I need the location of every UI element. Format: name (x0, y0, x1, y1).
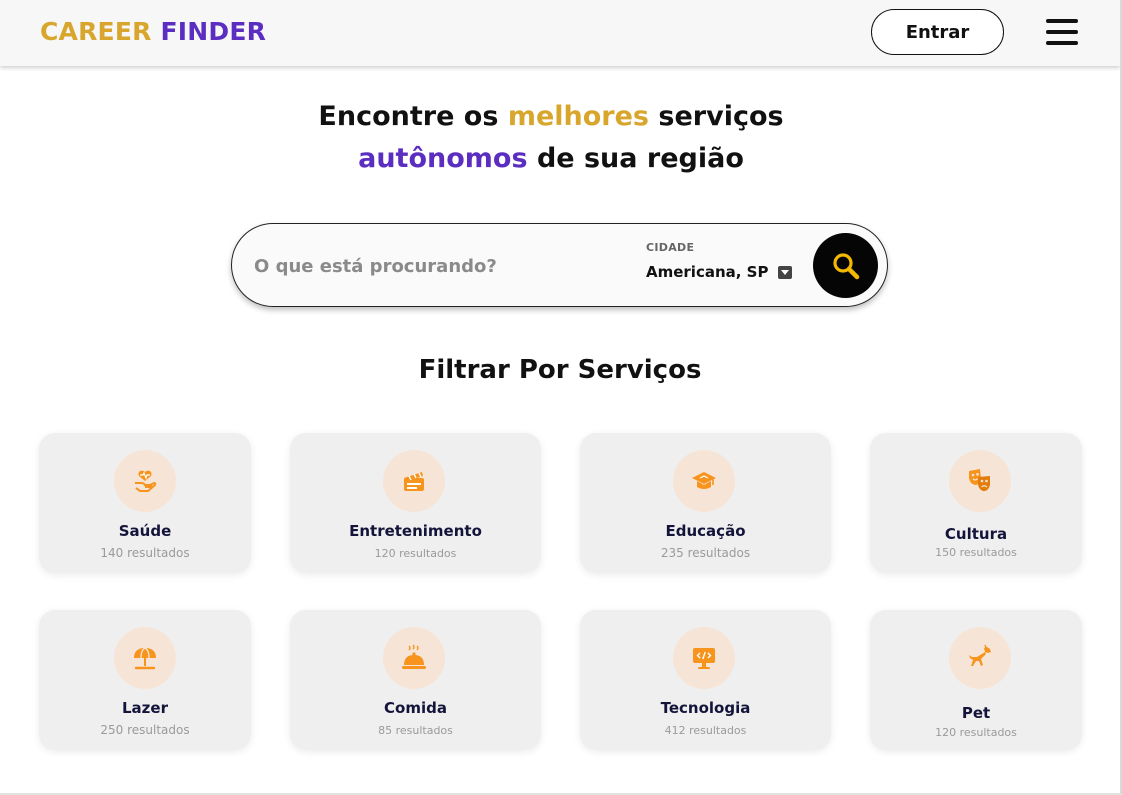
category-count: 412 resultados (664, 724, 747, 737)
category-card-cultura[interactable]: Cultura 150 resultados (870, 433, 1082, 573)
category-count: 85 resultados (378, 724, 453, 737)
category-count: 150 resultados (935, 546, 1017, 559)
category-icon-wrap (949, 450, 1011, 512)
category-icon-wrap (383, 627, 445, 689)
category-icon-wrap (114, 450, 176, 512)
category-count: 120 resultados (935, 726, 1017, 739)
heart-hand-icon (135, 470, 157, 492)
category-icon-wrap (383, 450, 445, 512)
dropdown-caret-icon (778, 265, 793, 279)
category-icon-wrap (114, 627, 176, 689)
category-name: Cultura (944, 525, 1008, 543)
category-card-comida[interactable]: Comida 85 resultados (290, 610, 541, 750)
login-button[interactable]: Entrar (871, 9, 1004, 55)
brand-part-career: CAREER (40, 17, 152, 46)
dog-icon (969, 644, 991, 666)
city-label: CIDADE (646, 241, 695, 254)
category-name: Tecnologia (660, 699, 751, 717)
graduation-cap-icon (692, 472, 716, 489)
brand-logo[interactable]: CAREER FINDER (40, 17, 266, 46)
category-card-saude[interactable]: Saúde 140 resultados (39, 433, 251, 573)
page: CAREER FINDER Entrar Encontre os melhore… (0, 0, 1122, 795)
category-card-educacao[interactable]: Educação 235 resultados (580, 433, 831, 573)
hero-line-1: Encontre os melhores serviços (318, 101, 784, 132)
category-count: 140 resultados (100, 546, 190, 560)
clapperboard-icon (404, 472, 424, 491)
category-card-tecnologia[interactable]: Tecnologia 412 resultados (580, 610, 831, 750)
city-value: Americana, SP (646, 263, 769, 281)
category-count: 235 resultados (660, 546, 751, 560)
category-name: Comida (384, 699, 447, 717)
theater-masks-icon (969, 469, 990, 492)
brand-part-finder: FINDER (160, 17, 267, 46)
top-navbar: CAREER FINDER Entrar (0, 0, 1120, 66)
food-cloche-icon (402, 644, 426, 669)
category-name: Entretenimento (349, 522, 482, 540)
category-count: 250 resultados (100, 723, 190, 737)
code-monitor-icon (693, 648, 715, 669)
city-select[interactable]: Americana, SP (646, 260, 793, 284)
hero-highlight-gold: melhores (507, 101, 649, 132)
category-card-entretenimento[interactable]: Entretenimento 120 resultados (290, 433, 541, 573)
category-icon-wrap (673, 627, 735, 689)
search-button[interactable] (813, 233, 878, 298)
category-name: Saúde (118, 522, 172, 540)
hero-line-2: autônomos de sua região (358, 143, 744, 174)
category-name: Lazer (122, 699, 168, 717)
hamburger-menu-icon[interactable] (1046, 19, 1078, 45)
category-name: Educação (665, 522, 746, 540)
search-icon (832, 252, 859, 279)
search-bar: CIDADE Americana, SP (231, 223, 888, 307)
category-card-lazer[interactable]: Lazer 250 resultados (39, 610, 251, 750)
category-icon-wrap (949, 627, 1011, 689)
category-card-pet[interactable]: Pet 120 resultados (870, 610, 1082, 750)
hero-headline: Encontre os melhores serviços autônomos … (0, 96, 1102, 180)
hero-highlight-purple: autônomos (358, 143, 528, 174)
search-input[interactable] (254, 248, 614, 284)
category-name: Pet (961, 704, 991, 722)
category-count: 120 resultados (374, 547, 457, 560)
beach-umbrella-icon (134, 647, 156, 670)
category-icon-wrap (673, 450, 735, 512)
filter-section-title: Filtrar Por Serviços (418, 355, 702, 385)
